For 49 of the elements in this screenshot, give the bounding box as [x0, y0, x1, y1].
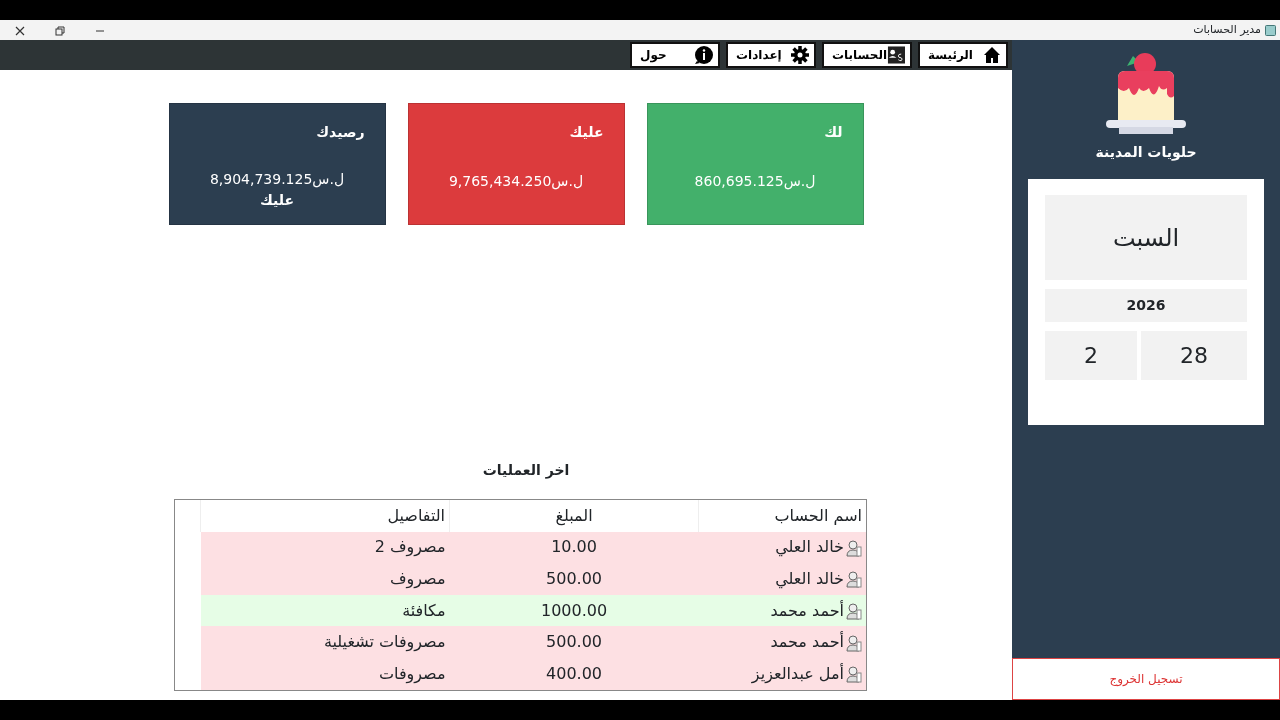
nav-button[interactable]: الحسابات: [822, 42, 912, 68]
info-icon: [694, 45, 714, 65]
column-header: اسم الحساب: [698, 500, 866, 532]
card-amount: ل.س8,904,739.125: [208, 170, 346, 190]
year: 2026: [1126, 296, 1166, 315]
day: 28: [1180, 339, 1208, 372]
close-icon: [15, 25, 25, 36]
table-cell: 1000.00: [540, 600, 608, 620]
gear-icon: [790, 45, 810, 65]
home-icon: [982, 45, 1002, 65]
balance-note: عليك: [259, 191, 295, 210]
user-icon: [846, 633, 862, 652]
logout-button[interactable]: تسجيل الخروج: [1012, 658, 1280, 700]
table-cell: 400.00: [546, 663, 603, 683]
shop-name: حلويات المدينة: [1095, 143, 1197, 163]
table-cell: خالد العلي: [775, 569, 844, 588]
accounts-icon: [887, 45, 906, 65]
table-cell: خالد العلي: [775, 537, 844, 557]
card-title: لك: [823, 123, 843, 142]
column-header: المبلغ: [449, 500, 699, 532]
table-cell: 10.00: [551, 537, 597, 557]
user-icon: [846, 665, 862, 684]
table-cell: أحمد محمد: [770, 600, 844, 620]
card-title: عليك: [568, 123, 604, 142]
nav-button[interactable]: حول: [630, 42, 720, 68]
app-icon: [1265, 24, 1276, 36]
user-icon: [846, 570, 862, 589]
table-cell: مكافئة: [402, 600, 446, 620]
table-cell: 500.00: [546, 632, 603, 652]
user-icon: [846, 602, 862, 621]
card-amount: ل.س9,765,434.250: [447, 172, 585, 192]
weekday: السبت: [1112, 222, 1180, 254]
nav-button[interactable]: إعدادات: [726, 42, 816, 68]
column-header: التفاصيل: [200, 500, 450, 532]
table-cell: مصروفات تشغيلية: [323, 632, 446, 652]
table-cell: مصروف 2: [374, 537, 446, 557]
table-cell: مصروف: [389, 569, 446, 588]
table-cell: أمل عبدالعزيز: [751, 663, 844, 683]
nav-button[interactable]: الرئيسة: [918, 42, 1008, 68]
card-title: رصيدك: [315, 123, 365, 142]
section-title: اخر العمليات: [481, 461, 571, 481]
window-title: مدير الحسابات: [1193, 21, 1261, 38]
user-icon: [846, 538, 862, 557]
table-cell: مصروفات: [378, 663, 446, 683]
restore-icon: [55, 25, 65, 36]
table-cell: أحمد محمد: [770, 632, 844, 652]
month: 2: [1084, 342, 1098, 370]
card-amount: ل.س860,695.125: [693, 172, 817, 192]
table-cell: 500.00: [546, 569, 603, 588]
